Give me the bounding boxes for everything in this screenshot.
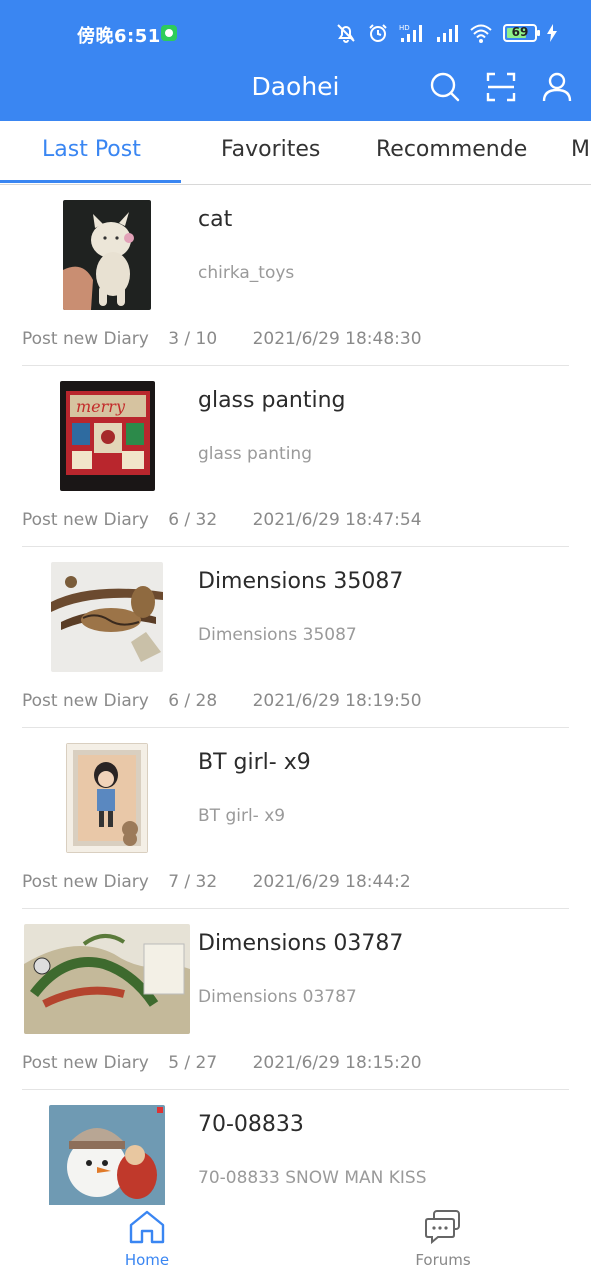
post-thumbnail	[24, 924, 190, 1034]
post-action: Post new Diary	[22, 872, 149, 892]
post-count: 6 / 32	[168, 510, 218, 530]
post-meta: Post new Diary 6 / 32 2021/6/29 18:47:54	[22, 510, 436, 530]
profile-button[interactable]	[541, 70, 573, 104]
post-meta: Post new Diary 6 / 28 2021/6/29 18:19:50	[22, 691, 436, 711]
post-meta: Post new Diary 7 / 32 2021/6/29 18:44:2	[22, 872, 425, 892]
status-bar: 傍晚6:51 HD 69	[0, 0, 591, 66]
post-title: Dimensions 03787	[198, 931, 404, 956]
post-thumbnail	[66, 743, 148, 853]
list-item[interactable]: 70-08833 70-08833 SNOW MAN KISS	[22, 1090, 569, 1205]
post-title: BT girl- x9	[198, 750, 311, 775]
nav-home-label: Home	[124, 1251, 170, 1269]
post-title: glass panting	[198, 388, 346, 413]
app-notification-icon	[161, 25, 177, 41]
thumbnail-container	[22, 742, 192, 854]
post-title: Dimensions 35087	[198, 569, 404, 594]
scan-button[interactable]	[485, 70, 517, 104]
battery-percent: 69	[511, 25, 529, 39]
search-button[interactable]	[429, 70, 461, 104]
list-item[interactable]: BT girl- x9 BT girl- x9 Post new Diary 7…	[22, 728, 569, 909]
post-subtitle: Dimensions 35087	[198, 625, 357, 645]
post-action: Post new Diary	[22, 329, 149, 349]
thumbnail-container: merry	[22, 380, 192, 492]
post-subtitle: glass panting	[198, 444, 312, 464]
thumbnail-container	[22, 1104, 192, 1205]
tab-more[interactable]: M	[571, 137, 590, 162]
charging-icon	[547, 24, 557, 42]
thumbnail-container	[22, 923, 192, 1035]
tab-last-post[interactable]: Last Post	[42, 137, 141, 162]
thumbnail-container	[22, 199, 192, 311]
list-item[interactable]: cat chirka_toys Post new Diary 3 / 10 20…	[22, 185, 569, 366]
post-count: 5 / 27	[168, 1053, 218, 1073]
nav-home[interactable]: Home	[87, 1209, 207, 1269]
signal-icon	[437, 25, 458, 42]
tab-indicator	[0, 180, 181, 183]
chat-icon	[425, 1210, 460, 1245]
status-time: 傍晚6:51	[77, 26, 161, 47]
post-timestamp: 2021/6/29 18:48:30	[252, 329, 422, 349]
mute-bell-icon	[337, 24, 355, 43]
post-thumbnail: merry	[59, 381, 155, 491]
post-subtitle: BT girl- x9	[198, 806, 286, 826]
post-timestamp: 2021/6/29 18:47:54	[252, 510, 422, 530]
post-timestamp: 2021/6/29 18:44:2	[252, 872, 411, 892]
post-count: 6 / 28	[168, 691, 218, 711]
post-thumbnail	[51, 562, 163, 672]
post-action: Post new Diary	[22, 691, 149, 711]
post-meta: Post new Diary 3 / 10 2021/6/29 18:48:30	[22, 329, 436, 349]
post-list: cat chirka_toys Post new Diary 3 / 10 20…	[0, 185, 591, 1205]
search-icon	[430, 72, 460, 102]
list-item[interactable]: Dimensions 35087 Dimensions 35087 Post n…	[22, 547, 569, 728]
user-icon	[542, 72, 572, 102]
post-timestamp: 2021/6/29 18:15:20	[252, 1053, 422, 1073]
wifi-icon	[470, 24, 492, 43]
battery-icon: 69	[503, 24, 540, 42]
tab-bar: Last Post Favorites Recommende M	[0, 121, 591, 185]
status-icons: HD 69	[335, 20, 557, 46]
alarm-icon	[369, 24, 387, 42]
scan-icon	[486, 72, 516, 102]
post-count: 7 / 32	[168, 872, 218, 892]
post-subtitle: 70-08833 SNOW MAN KISS	[198, 1168, 427, 1188]
post-action: Post new Diary	[22, 1053, 149, 1073]
post-title: 70-08833	[198, 1112, 304, 1137]
app-bar-actions	[429, 70, 573, 104]
nav-forums[interactable]: Forums	[383, 1209, 503, 1269]
nav-forums-label: Forums	[415, 1251, 471, 1269]
bottom-nav: Home Forums	[0, 1205, 591, 1280]
post-thumbnail	[49, 1105, 165, 1205]
thumbnail-merry-text: merry	[76, 397, 126, 416]
home-icon	[129, 1210, 165, 1244]
post-meta: Post new Diary 5 / 27 2021/6/29 18:15:20	[22, 1053, 436, 1073]
post-action: Post new Diary	[22, 510, 149, 530]
signal-hd-icon: HD	[399, 24, 422, 42]
svg-text:HD: HD	[399, 24, 410, 32]
list-item[interactable]: Dimensions 03787 Dimensions 03787 Post n…	[22, 909, 569, 1090]
header: 傍晚6:51 HD 69 Daohei	[0, 0, 591, 121]
post-thumbnail	[63, 200, 151, 310]
post-count: 3 / 10	[168, 329, 218, 349]
post-title: cat	[198, 207, 233, 232]
tab-recommended[interactable]: Recommende	[376, 137, 527, 162]
post-timestamp: 2021/6/29 18:19:50	[252, 691, 422, 711]
tab-favorites[interactable]: Favorites	[221, 137, 320, 162]
thumbnail-container	[22, 561, 192, 673]
list-item[interactable]: merry glass panting glass panting Post n…	[22, 366, 569, 547]
post-subtitle: chirka_toys	[198, 263, 295, 283]
post-subtitle: Dimensions 03787	[198, 987, 357, 1007]
